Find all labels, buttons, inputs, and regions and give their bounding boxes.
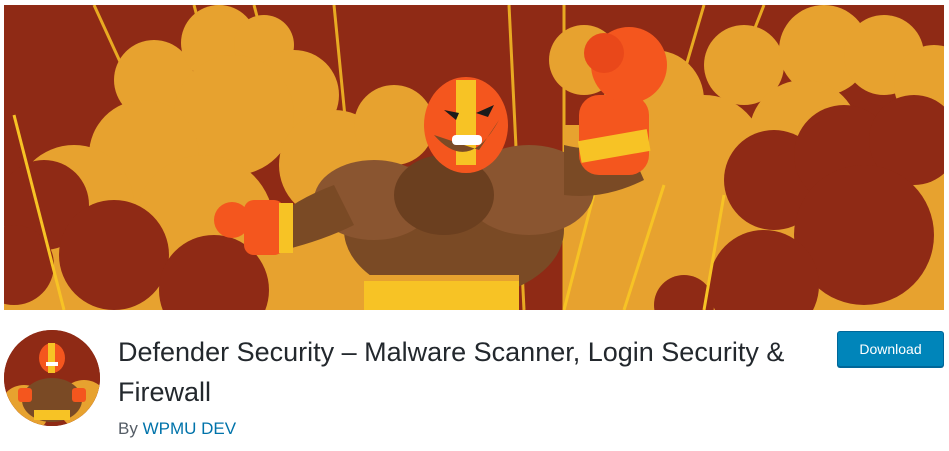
plugin-icon — [4, 330, 100, 426]
by-label: By — [118, 419, 138, 438]
plugin-banner — [4, 5, 944, 310]
plugin-byline: By WPMU DEV — [118, 417, 236, 441]
author-link[interactable]: WPMU DEV — [143, 419, 237, 438]
wrestler-banner-illustration — [4, 5, 944, 310]
wrestler-avatar-icon — [4, 330, 100, 426]
plugin-title: Defender Security – Malware Scanner, Log… — [118, 337, 785, 407]
download-button[interactable]: Download — [837, 331, 944, 367]
plugin-page: Defender Security – Malware Scanner, Log… — [0, 0, 949, 451]
